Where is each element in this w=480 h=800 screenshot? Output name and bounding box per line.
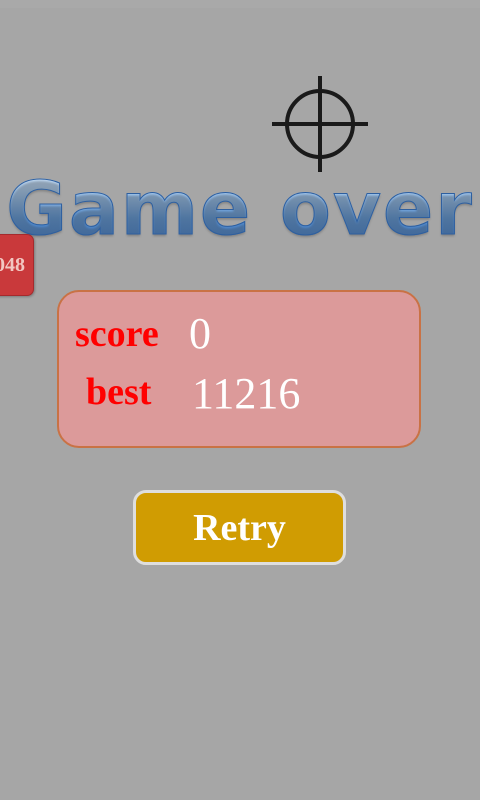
best-value: 11216 [192,369,301,418]
crosshair-icon [272,76,368,172]
score-value: 0 [189,309,211,358]
side-tile: 048 [0,234,34,296]
score-label: score [75,313,159,355]
score-panel: score 0 best 11216 [57,290,421,448]
retry-button[interactable]: Retry [133,490,346,565]
game-over-title-container: Game over [0,163,480,255]
best-label: best [86,371,152,413]
game-over-title: Game over [6,163,474,255]
top-strip [0,0,480,8]
